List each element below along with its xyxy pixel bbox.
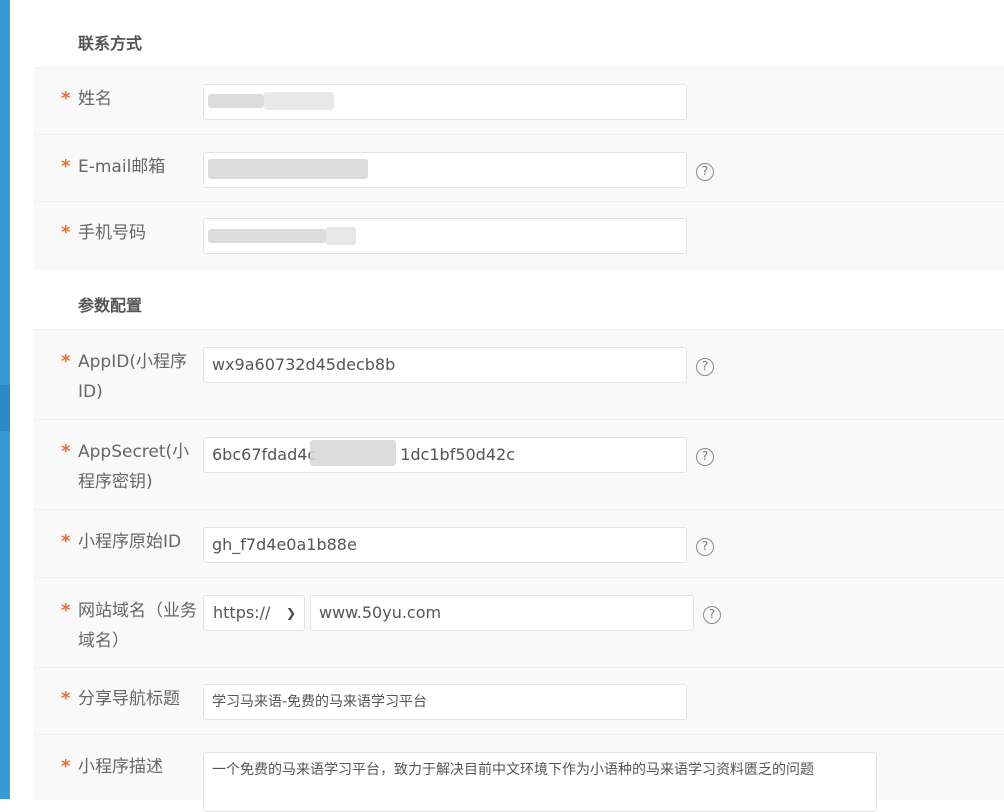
required-mark: * (61, 688, 71, 709)
redacted-name (208, 94, 264, 108)
required-mark: * (61, 156, 71, 177)
left-sidebar-edge (0, 0, 10, 799)
required-mark: * (61, 600, 71, 621)
share-title-input[interactable]: 学习马来语-免费的马来语学习平台 (203, 684, 687, 720)
question-circle-icon[interactable]: ? (696, 358, 714, 376)
form-row-share-title: * 分享导航标题 学习马来语-免费的马来语学习平台 (34, 667, 1004, 735)
field-label-email: E-mail邮箱 (78, 157, 166, 177)
protocol-select-value: https:// (213, 603, 271, 622)
field-label-original-id: 小程序原始ID (78, 532, 182, 552)
field-label-share-title: 分享导航标题 (78, 689, 180, 709)
description-textarea[interactable]: 一个免费的马来语学习平台，致力于解决目前中文环境下作为小语种的马来语学习资料匮乏… (203, 752, 877, 812)
form-row-name: * 姓名 (34, 67, 1004, 135)
form-row-domain: * 网站域名（业务域名） https:// ❯ www.50yu.com ? (34, 577, 1004, 668)
appsecret-input[interactable]: 6bc67fdad4c 1dc1bf50d42c (203, 437, 687, 473)
section-title-params: 参数配置 (78, 296, 143, 315)
appid-input[interactable]: wx9a60732d45decb8b (203, 347, 687, 383)
form-row-appsecret: * AppSecret(小程序密钥) 6bc67fdad4c 1dc1bf50d4… (34, 419, 1004, 510)
redacted-phone (208, 229, 326, 243)
protocol-select[interactable]: https:// ❯ (203, 595, 305, 631)
required-mark: * (61, 222, 71, 243)
original-id-input[interactable]: gh_f7d4e0a1b88e (203, 527, 687, 563)
field-label-description: 小程序描述 (78, 757, 163, 777)
required-mark: * (61, 756, 71, 777)
domain-input[interactable]: www.50yu.com (310, 595, 694, 631)
form-row-original-id: * 小程序原始ID gh_f7d4e0a1b88e ? (34, 509, 1004, 578)
required-mark: * (61, 88, 71, 109)
chevron-down-icon: ❯ (285, 606, 296, 620)
form-row-appid: * AppID(小程序ID) wx9a60732d45decb8b ? (34, 329, 1004, 420)
field-label-domain: 网站域名（业务域名） (78, 601, 197, 651)
field-label-appsecret: AppSecret(小程序密钥) (78, 442, 190, 492)
appsecret-value-end: 1dc1bf50d42c (400, 445, 515, 464)
field-label-name: 姓名 (78, 89, 112, 109)
sidebar-scroll-marker (0, 385, 10, 431)
question-circle-icon[interactable]: ? (696, 538, 714, 556)
question-circle-icon[interactable]: ? (696, 448, 714, 466)
required-mark: * (61, 531, 71, 552)
redacted-email (208, 159, 368, 179)
form-row-description: * 小程序描述 一个免费的马来语学习平台，致力于解决目前中文环境下作为小语种的马… (34, 734, 1004, 812)
field-label-appid: AppID(小程序ID) (78, 352, 187, 402)
required-mark: * (61, 351, 71, 372)
redacted-appsecret (310, 440, 396, 466)
question-circle-icon[interactable]: ? (696, 163, 714, 181)
redacted-name-fade (264, 92, 334, 110)
field-label-phone: 手机号码 (78, 223, 146, 243)
redacted-phone-fade (326, 227, 356, 245)
section-title-contact: 联系方式 (78, 34, 143, 53)
required-mark: * (61, 441, 71, 462)
question-circle-icon[interactable]: ? (703, 606, 721, 624)
form-row-email: * E-mail邮箱 ? (34, 134, 1004, 202)
form-row-phone: * 手机号码 (34, 201, 1004, 270)
appsecret-value-start: 6bc67fdad4c (212, 445, 317, 464)
